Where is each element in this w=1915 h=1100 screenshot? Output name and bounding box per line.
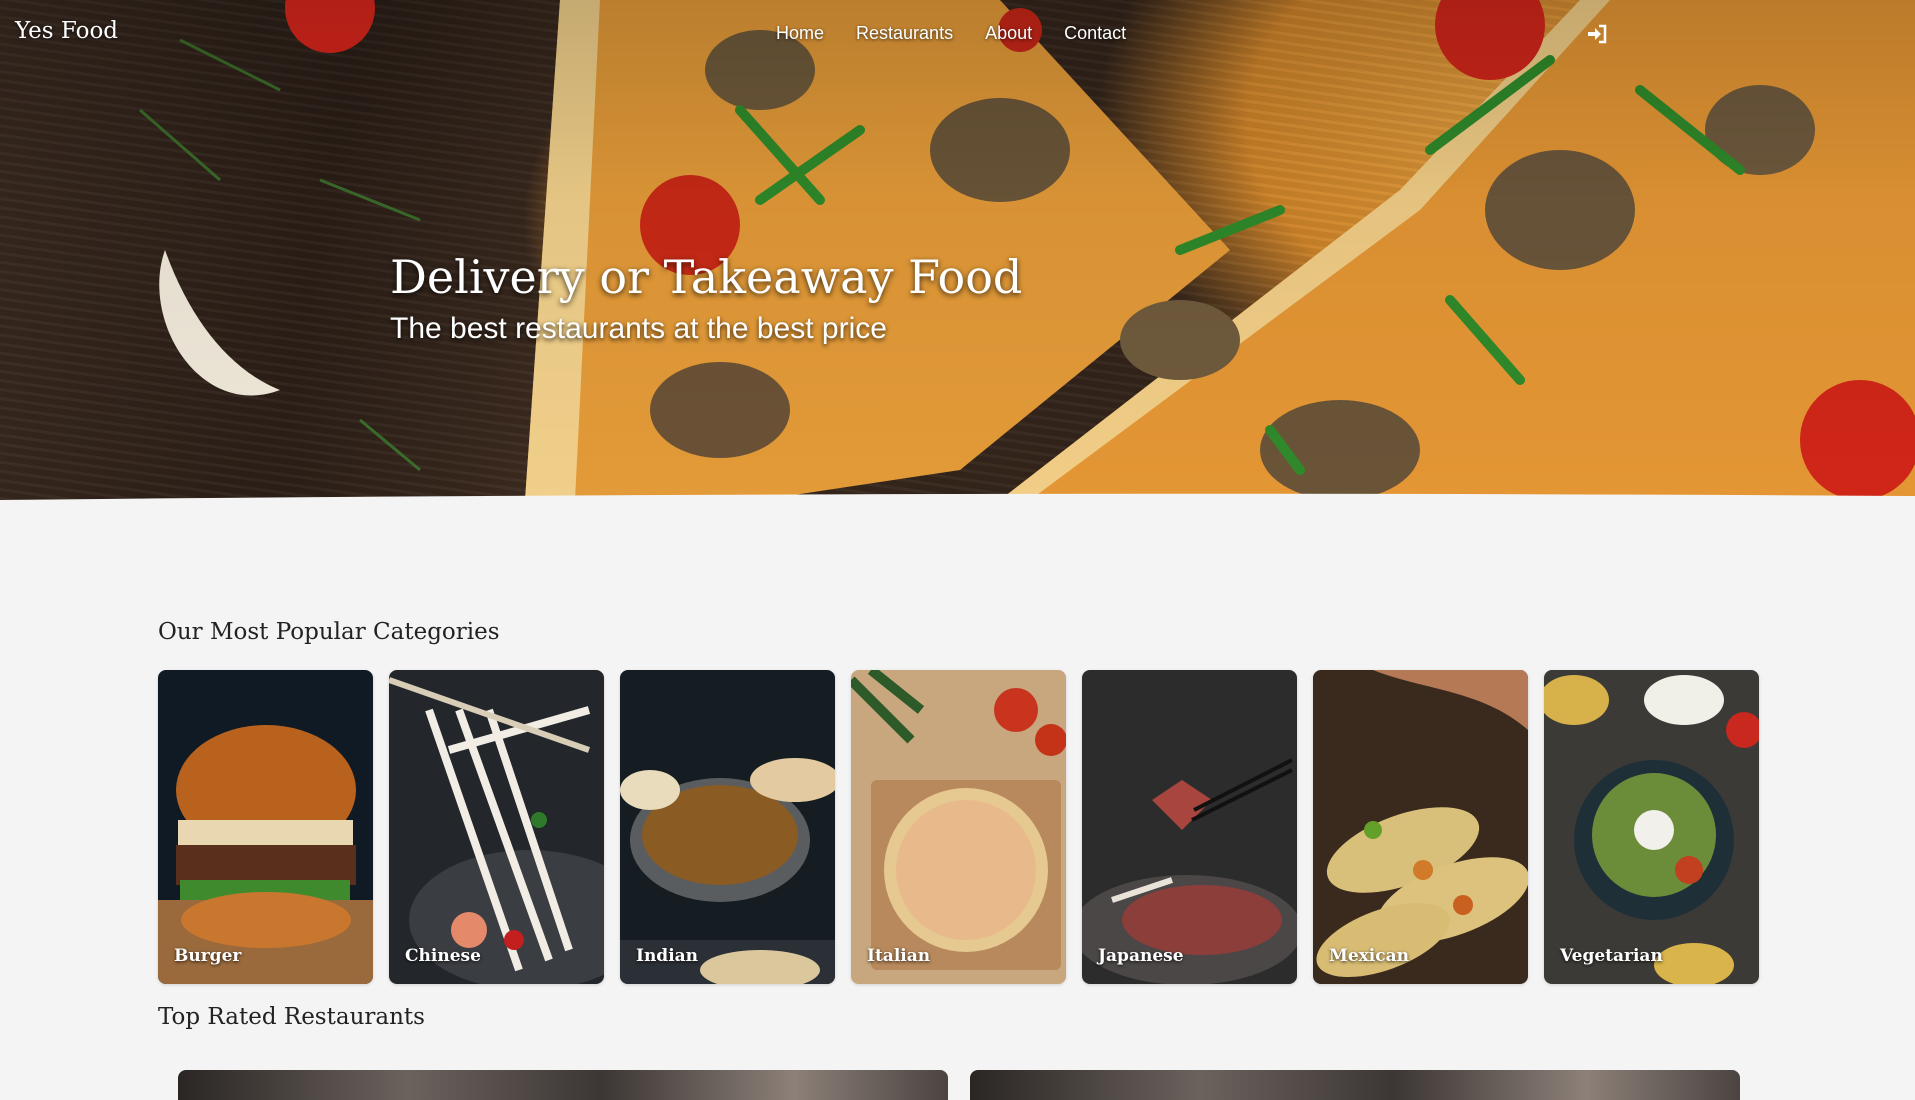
nav-contact[interactable]: Contact bbox=[1064, 23, 1126, 44]
category-card-mexican[interactable]: Mexican bbox=[1313, 670, 1528, 984]
category-label: Indian bbox=[636, 946, 699, 966]
category-label: Italian bbox=[867, 946, 931, 966]
hero-banner: Yes Food Home Restaurants About Contact … bbox=[0, 0, 1915, 500]
category-label: Chinese bbox=[405, 946, 481, 966]
category-label: Mexican bbox=[1329, 946, 1409, 966]
categories-title: Our Most Popular Categories bbox=[158, 619, 500, 645]
category-label: Burger bbox=[174, 946, 242, 966]
category-card-chinese[interactable]: Chinese bbox=[389, 670, 604, 984]
category-card-italian[interactable]: Italian bbox=[851, 670, 1066, 984]
category-label: Vegetarian bbox=[1560, 946, 1663, 966]
hero-wave bbox=[0, 493, 1915, 500]
category-card-japanese[interactable]: Japanese bbox=[1082, 670, 1297, 984]
brand-logo[interactable]: Yes Food bbox=[15, 18, 118, 44]
category-card-burger[interactable]: Burger bbox=[158, 670, 373, 984]
category-card-indian[interactable]: Indian bbox=[620, 670, 835, 984]
restaurant-card[interactable] bbox=[178, 1070, 948, 1100]
hero-subtitle: The best restaurants at the best price bbox=[390, 312, 887, 345]
nav-home[interactable]: Home bbox=[776, 23, 824, 44]
hero-title: Delivery or Takeaway Food bbox=[390, 250, 1023, 304]
sign-in-icon[interactable] bbox=[1586, 24, 1608, 44]
nav-restaurants[interactable]: Restaurants bbox=[856, 23, 953, 44]
main-nav: Home Restaurants About Contact bbox=[776, 23, 1126, 44]
category-card-vegetarian[interactable]: Vegetarian bbox=[1544, 670, 1759, 984]
restaurant-card[interactable] bbox=[970, 1070, 1740, 1100]
category-list: Burger Chinese Indian Italian Japanese M… bbox=[158, 670, 1759, 984]
category-label: Japanese bbox=[1098, 946, 1184, 966]
restaurant-list bbox=[178, 1070, 1740, 1100]
restaurants-title: Top Rated Restaurants bbox=[158, 1004, 425, 1030]
nav-about[interactable]: About bbox=[985, 23, 1032, 44]
